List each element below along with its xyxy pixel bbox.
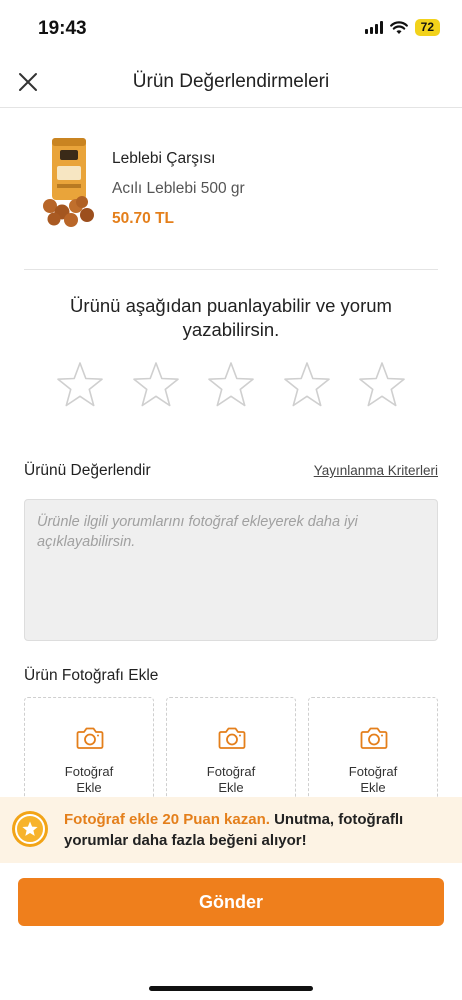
product-price: 50.70 TL — [112, 210, 175, 227]
page-title: Ürün Değerlendirmeleri — [132, 71, 330, 92]
review-input[interactable] — [37, 512, 425, 628]
home-indicator — [149, 986, 313, 991]
rating-prompt: Ürünü aşağıdan puanlayabilir ve yorum ya… — [70, 295, 392, 340]
points-badge-icon — [12, 811, 48, 847]
status-icons: 72 — [364, 19, 440, 36]
publishing-criteria-link[interactable]: Yayınlanma Kriterleri — [314, 463, 438, 478]
status-time: 19:43 — [38, 18, 87, 39]
header: Ürün Değerlendirmeleri — [0, 56, 462, 108]
add-photo-label: Fotoğraf — [206, 764, 256, 779]
divider — [24, 269, 438, 270]
add-photo-label: Fotoğraf — [348, 764, 398, 779]
star-rating — [55, 360, 407, 410]
star-icon-4[interactable] — [282, 360, 332, 410]
add-photo-label: Fotoğraf — [64, 764, 114, 779]
product-image — [43, 138, 94, 227]
camera-icon — [218, 727, 246, 749]
banner-text: Fotoğraf ekle 20 Puan kazan. Unutma, fot… — [64, 809, 454, 851]
add-photo-label: Ekle — [76, 780, 102, 795]
status-bar: 19:43 72 — [0, 0, 462, 56]
signal-icon — [364, 21, 383, 34]
points-banner: Fotoğraf ekle 20 Puan kazan. Unutma, fot… — [0, 797, 462, 863]
camera-icon — [76, 727, 104, 749]
camera-icon — [360, 727, 388, 749]
star-icon-1[interactable] — [55, 360, 105, 410]
review-label: Ürünü Değerlendir — [24, 462, 151, 479]
battery-indicator: 72 — [414, 19, 440, 36]
star-icon-2[interactable] — [131, 360, 181, 410]
add-photo-label: Ekle — [218, 780, 244, 795]
photo-label: Ürün Fotoğrafı Ekle — [24, 667, 159, 684]
product-brand: Leblebi Çarşısı — [112, 150, 216, 167]
star-icon-5[interactable] — [357, 360, 407, 410]
wifi-icon — [389, 20, 408, 34]
banner-highlight: Fotoğraf ekle 20 Puan kazan. — [64, 811, 270, 828]
review-box — [24, 499, 438, 641]
product-name: Acılı Leblebi 500 gr — [112, 180, 245, 197]
product-summary: Leblebi Çarşısı Acılı Leblebi 500 gr 50.… — [30, 128, 440, 238]
star-icon-3[interactable] — [206, 360, 256, 410]
add-photo-label: Ekle — [360, 780, 386, 795]
submit-button[interactable]: Gönder — [18, 878, 444, 926]
